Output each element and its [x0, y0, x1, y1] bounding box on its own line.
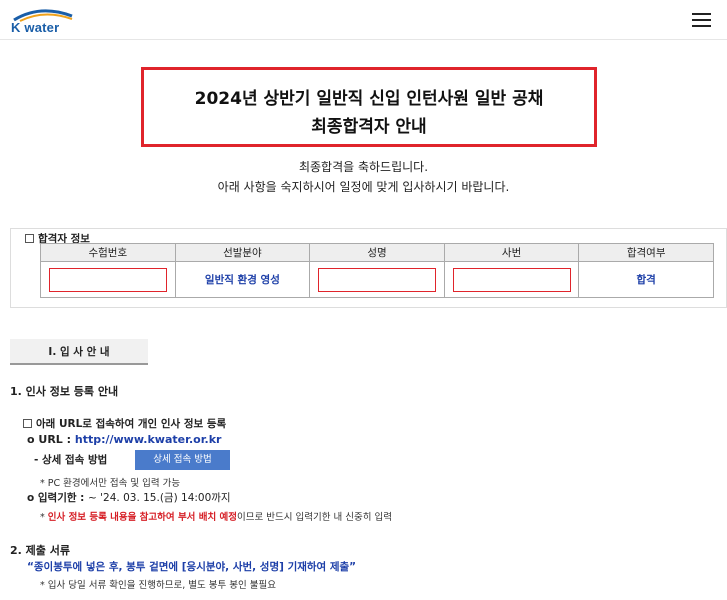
- deadline-value: ~ '24. 03. 15.(금) 14:00까지: [88, 492, 231, 504]
- checkbox-icon: [25, 234, 34, 243]
- employee-id-redacted: [452, 267, 571, 292]
- col-name: 성명: [309, 243, 445, 262]
- col-employee-id: 사번: [443, 243, 580, 262]
- pc-only-note: * PC 환경에서만 접속 및 입력 가능: [40, 478, 181, 489]
- url-line: o URL : http://www.kwater.or.kr: [27, 433, 221, 446]
- section1-sub: 아래 URL로 접속하여 개인 인사 정보 등록: [23, 416, 226, 431]
- field-cell: 일반직 환경 영성: [174, 261, 311, 298]
- congrats-line-2: 아래 사항을 숙지하시어 일정에 맞게 입사하시기 바랍니다.: [217, 180, 510, 194]
- top-bar: K water: [0, 0, 727, 40]
- page-subtitle: 최종합격자 안내: [311, 117, 427, 137]
- warning-note: * 인사 정보 등록 내용을 참고하여 부서 배치 예정이므로 반드시 입력기한…: [40, 509, 392, 523]
- result-cell: 합격: [578, 261, 714, 298]
- kwater-logo[interactable]: K water: [8, 6, 78, 36]
- exam-number-redacted: [48, 267, 167, 292]
- section1-heading: 1. 인사 정보 등록 안내: [10, 385, 119, 398]
- input-deadline: o 입력기한 : ~ '24. 03. 15.(금) 14:00까지: [27, 490, 231, 505]
- submission-note: * 입사 당일 서류 확인을 진행하므로, 별도 봉투 봉인 불필요: [40, 580, 276, 591]
- section1-sub-text: 아래 URL로 접속하여 개인 인사 정보 등록: [36, 418, 227, 430]
- url-label: o URL :: [27, 433, 75, 446]
- checkbox-icon: [23, 419, 32, 428]
- name-redacted: [317, 267, 436, 292]
- col-field: 선발분야: [174, 243, 311, 262]
- kwater-url-link[interactable]: http://www.kwater.or.kr: [75, 433, 222, 446]
- table-header-row: 수험번호 선발분야 성명 사번 합격여부: [40, 243, 714, 262]
- tab-onboarding-guide[interactable]: Ⅰ. 입 사 안 내: [10, 339, 148, 365]
- congrats-line-1: 최종합격을 축하드립니다.: [298, 160, 429, 174]
- table-row: 일반직 환경 영성 합격: [40, 261, 714, 298]
- exam-number-cell: [40, 261, 176, 298]
- pass-info-table: 수험번호 선발분야 성명 사번 합격여부 일반직 환경 영성 합격: [40, 243, 714, 298]
- name-cell: [309, 261, 445, 298]
- submission-instruction: “종이봉투에 넣은 후, 봉투 겉면에 [응시분야, 사번, 성명] 기재하여 …: [27, 561, 357, 573]
- title-box: 2024년 상반기 일반직 신입 인턴사원 일반 공채 최종합격자 안내: [141, 67, 597, 147]
- hamburger-menu-icon[interactable]: [692, 13, 711, 27]
- logo-text: K water: [11, 20, 60, 35]
- result-value: 합격: [636, 274, 656, 286]
- section2-heading: 2. 제출 서류: [10, 544, 70, 557]
- warning-prefix: *: [40, 512, 48, 523]
- employee-id-cell: [443, 261, 580, 298]
- pass-info-panel: 합격자 정보 수험번호 선발분야 성명 사번 합격여부 일반직 환경 영성 합격: [10, 228, 727, 308]
- field-value: 일반직 환경 영성: [204, 274, 280, 286]
- detail-access-label: - 상세 접속 방법: [34, 454, 108, 466]
- warning-highlight: 인사 정보 등록 내용을 참고하여 부서 배치 예정: [47, 512, 237, 523]
- page-title: 2024년 상반기 일반직 신입 인턴사원 일반 공채: [194, 89, 544, 109]
- col-exam-number: 수험번호: [40, 243, 176, 262]
- congrats-message: 최종합격을 축하드립니다. 아래 사항을 숙지하시어 일정에 맞게 입사하시기 …: [0, 157, 727, 197]
- deadline-label: o 입력기한 :: [27, 492, 89, 504]
- warning-rest: 이므로 반드시 입력기한 내 신중히 입력: [237, 512, 392, 523]
- col-result: 합격여부: [578, 243, 714, 262]
- detail-access-button[interactable]: 상세 접속 방법: [135, 450, 230, 470]
